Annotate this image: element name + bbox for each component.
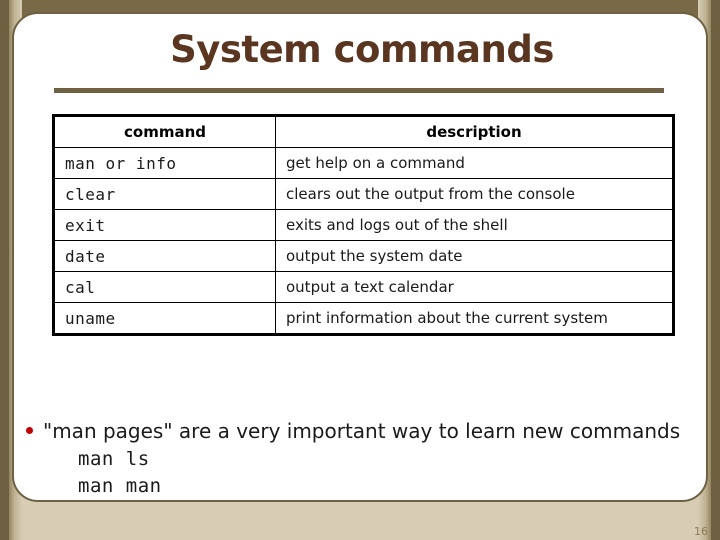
table-header: command description [53, 115, 674, 148]
frame-right-dark-band [711, 0, 720, 540]
cell-description: get help on a command [275, 147, 674, 179]
table-row: man or info get help on a command [53, 147, 674, 179]
table-row: cal output a text calendar [53, 271, 674, 303]
cell-command: date [53, 240, 276, 272]
bullet-sub-line: man ls [78, 448, 150, 470]
frame-left-dark-band [0, 0, 9, 540]
list-item: "man pages" are a very important way to … [26, 419, 706, 443]
commands-table: command description man or info get help… [52, 114, 675, 336]
slide-number: 16 [694, 525, 708, 538]
cell-description: output the system date [275, 240, 674, 272]
cell-description: print information about the current syst… [275, 302, 674, 335]
bullet-list: "man pages" are a very important way to … [26, 419, 706, 497]
slide: System commands command description man … [0, 0, 720, 540]
cell-description: clears out the output from the console [275, 178, 674, 210]
table-body: man or info get help on a command clear … [53, 147, 674, 335]
bullet-text: "man pages" are a very important way to … [43, 419, 681, 443]
cell-command: clear [53, 178, 276, 210]
table-row: date output the system date [53, 240, 674, 272]
table-row: clear clears out the output from the con… [53, 178, 674, 210]
page-title: System commands [170, 28, 554, 71]
cell-command: uname [53, 302, 276, 335]
table-header-row: command description [53, 115, 674, 148]
cell-description: exits and logs out of the shell [275, 209, 674, 241]
bullet-sub-line: man man [78, 475, 162, 497]
frame-bottom-band [0, 496, 720, 540]
column-header-description: description [275, 115, 674, 148]
cell-description: output a text calendar [275, 271, 674, 303]
bullet-dot-icon [26, 427, 33, 434]
table-row: exit exits and logs out of the shell [53, 209, 674, 241]
cell-command: cal [53, 271, 276, 303]
cell-command: exit [53, 209, 276, 241]
column-header-command: command [53, 115, 276, 148]
title-divider-rule [54, 88, 664, 93]
slide-content-panel: System commands command description man … [12, 12, 708, 502]
cell-command: man or info [53, 147, 276, 179]
table-row: uname print information about the curren… [53, 302, 674, 335]
